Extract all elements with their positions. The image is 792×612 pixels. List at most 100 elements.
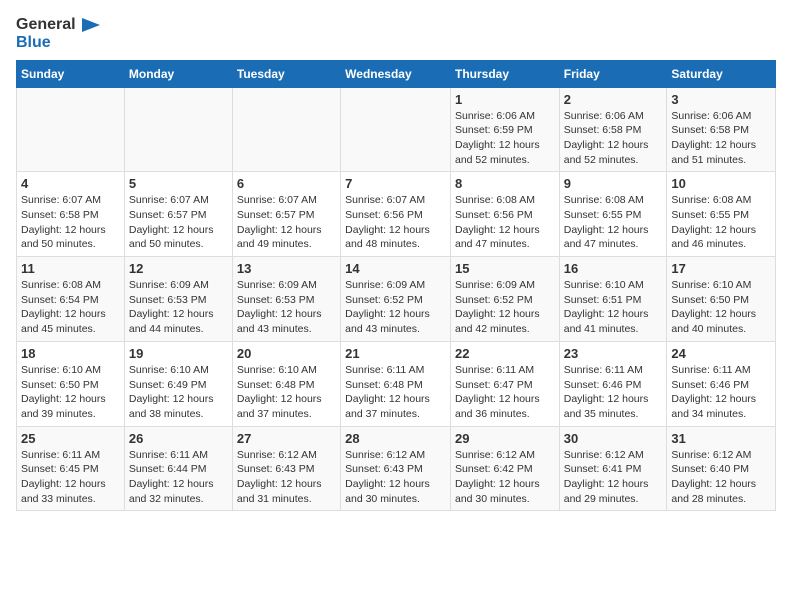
day-cell-8: 8 Sunrise: 6:08 AMSunset: 6:56 PMDaylight… — [450, 172, 559, 257]
day-info: Sunrise: 6:10 AMSunset: 6:48 PMDaylight:… — [237, 363, 336, 422]
day-cell-10: 10 Sunrise: 6:08 AMSunset: 6:55 PMDayligh… — [667, 172, 776, 257]
header-cell-monday: Monday — [124, 60, 232, 87]
day-info: Sunrise: 6:12 AMSunset: 6:42 PMDaylight:… — [455, 448, 555, 507]
day-number: 19 — [129, 346, 228, 361]
day-number: 5 — [129, 176, 228, 191]
week-row-1: 1 Sunrise: 6:06 AMSunset: 6:59 PMDaylight… — [17, 87, 776, 172]
day-cell-30: 30Sunrise: 6:12 AMSunset: 6:41 PMDayligh… — [559, 426, 667, 511]
day-number: 31 — [671, 431, 771, 446]
week-row-5: 25 Sunrise: 6:11 AMSunset: 6:45 PMDayligh… — [17, 426, 776, 511]
day-info: Sunrise: 6:10 AMSunset: 6:50 PMDaylight:… — [21, 363, 120, 422]
day-cell-14: 14 Sunrise: 6:09 AMSunset: 6:52 PMDayligh… — [341, 257, 451, 342]
day-info: Sunrise: 6:06 AMSunset: 6:58 PMDaylight:… — [671, 109, 771, 168]
day-number: 1 — [455, 92, 555, 107]
day-number: 23 — [564, 346, 663, 361]
day-cell-13: 13Sunrise: 6:09 AMSunset: 6:53 PMDayligh… — [232, 257, 340, 342]
day-info: Sunrise: 6:08 AMSunset: 6:56 PMDaylight:… — [455, 193, 555, 252]
logo: General Blue — [16, 16, 100, 52]
header-cell-friday: Friday — [559, 60, 667, 87]
day-number: 11 — [21, 261, 120, 276]
day-info: Sunrise: 6:06 AMSunset: 6:59 PMDaylight:… — [455, 109, 555, 168]
calendar-table: SundayMondayTuesdayWednesdayThursdayFrid… — [16, 60, 776, 512]
logo-general: General — [16, 16, 76, 33]
day-info: Sunrise: 6:07 AMSunset: 6:56 PMDaylight:… — [345, 193, 446, 252]
day-cell-1: 1 Sunrise: 6:06 AMSunset: 6:59 PMDaylight… — [450, 87, 559, 172]
day-number: 6 — [237, 176, 336, 191]
day-info: Sunrise: 6:07 AMSunset: 6:57 PMDaylight:… — [237, 193, 336, 252]
logo-blue: Blue — [16, 34, 51, 51]
empty-cell — [17, 87, 125, 172]
header-cell-saturday: Saturday — [667, 60, 776, 87]
day-number: 14 — [345, 261, 446, 276]
day-number: 22 — [455, 346, 555, 361]
day-cell-26: 26Sunrise: 6:11 AMSunset: 6:44 PMDayligh… — [124, 426, 232, 511]
day-info: Sunrise: 6:11 AMSunset: 6:44 PMDaylight:… — [129, 448, 228, 507]
day-info: Sunrise: 6:10 AMSunset: 6:49 PMDaylight:… — [129, 363, 228, 422]
header-cell-tuesday: Tuesday — [232, 60, 340, 87]
day-cell-15: 15 Sunrise: 6:09 AMSunset: 6:52 PMDayligh… — [450, 257, 559, 342]
day-info: Sunrise: 6:11 AMSunset: 6:46 PMDaylight:… — [671, 363, 771, 422]
day-cell-7: 7Sunrise: 6:07 AMSunset: 6:56 PMDaylight… — [341, 172, 451, 257]
logo-text: General Blue — [16, 16, 100, 52]
day-number: 12 — [129, 261, 228, 276]
day-info: Sunrise: 6:08 AMSunset: 6:54 PMDaylight:… — [21, 278, 120, 337]
day-info: Sunrise: 6:12 AMSunset: 6:43 PMDaylight:… — [237, 448, 336, 507]
page-header: General Blue — [16, 16, 776, 52]
day-cell-16: 16Sunrise: 6:10 AMSunset: 6:51 PMDayligh… — [559, 257, 667, 342]
day-number: 25 — [21, 431, 120, 446]
day-number: 27 — [237, 431, 336, 446]
day-cell-27: 27 Sunrise: 6:12 AMSunset: 6:43 PMDayligh… — [232, 426, 340, 511]
day-cell-3: 3Sunrise: 6:06 AMSunset: 6:58 PMDaylight… — [667, 87, 776, 172]
day-number: 21 — [345, 346, 446, 361]
day-cell-28: 28 Sunrise: 6:12 AMSunset: 6:43 PMDayligh… — [341, 426, 451, 511]
day-number: 28 — [345, 431, 446, 446]
day-info: Sunrise: 6:10 AMSunset: 6:51 PMDaylight:… — [564, 278, 663, 337]
day-info: Sunrise: 6:09 AMSunset: 6:52 PMDaylight:… — [345, 278, 446, 337]
day-number: 13 — [237, 261, 336, 276]
day-info: Sunrise: 6:09 AMSunset: 6:52 PMDaylight:… — [455, 278, 555, 337]
day-number: 24 — [671, 346, 771, 361]
day-info: Sunrise: 6:11 AMSunset: 6:47 PMDaylight:… — [455, 363, 555, 422]
day-number: 20 — [237, 346, 336, 361]
day-info: Sunrise: 6:09 AMSunset: 6:53 PMDaylight:… — [129, 278, 228, 337]
day-info: Sunrise: 6:11 AMSunset: 6:46 PMDaylight:… — [564, 363, 663, 422]
day-number: 29 — [455, 431, 555, 446]
day-cell-21: 21 Sunrise: 6:11 AMSunset: 6:48 PMDayligh… — [341, 341, 451, 426]
day-info: Sunrise: 6:12 AMSunset: 6:43 PMDaylight:… — [345, 448, 446, 507]
day-info: Sunrise: 6:08 AMSunset: 6:55 PMDaylight:… — [671, 193, 771, 252]
day-cell-25: 25 Sunrise: 6:11 AMSunset: 6:45 PMDayligh… — [17, 426, 125, 511]
empty-cell — [341, 87, 451, 172]
week-row-4: 18 Sunrise: 6:10 AMSunset: 6:50 PMDayligh… — [17, 341, 776, 426]
day-info: Sunrise: 6:07 AMSunset: 6:57 PMDaylight:… — [129, 193, 228, 252]
header-cell-sunday: Sunday — [17, 60, 125, 87]
day-cell-31: 31 Sunrise: 6:12 AMSunset: 6:40 PMDayligh… — [667, 426, 776, 511]
day-cell-9: 9Sunrise: 6:08 AMSunset: 6:55 PMDaylight… — [559, 172, 667, 257]
day-cell-5: 5 Sunrise: 6:07 AMSunset: 6:57 PMDaylight… — [124, 172, 232, 257]
day-info: Sunrise: 6:12 AMSunset: 6:41 PMDaylight:… — [564, 448, 663, 507]
day-cell-17: 17Sunrise: 6:10 AMSunset: 6:50 PMDayligh… — [667, 257, 776, 342]
day-info: Sunrise: 6:08 AMSunset: 6:55 PMDaylight:… — [564, 193, 663, 252]
day-info: Sunrise: 6:07 AMSunset: 6:58 PMDaylight:… — [21, 193, 120, 252]
header-row: SundayMondayTuesdayWednesdayThursdayFrid… — [17, 60, 776, 87]
week-row-3: 11 Sunrise: 6:08 AMSunset: 6:54 PMDayligh… — [17, 257, 776, 342]
day-cell-18: 18 Sunrise: 6:10 AMSunset: 6:50 PMDayligh… — [17, 341, 125, 426]
day-number: 8 — [455, 176, 555, 191]
day-number: 10 — [671, 176, 771, 191]
day-number: 15 — [455, 261, 555, 276]
week-row-2: 4 Sunrise: 6:07 AMSunset: 6:58 PMDaylight… — [17, 172, 776, 257]
day-cell-23: 23 Sunrise: 6:11 AMSunset: 6:46 PMDayligh… — [559, 341, 667, 426]
day-number: 18 — [21, 346, 120, 361]
day-cell-12: 12 Sunrise: 6:09 AMSunset: 6:53 PMDayligh… — [124, 257, 232, 342]
day-number: 2 — [564, 92, 663, 107]
day-info: Sunrise: 6:12 AMSunset: 6:40 PMDaylight:… — [671, 448, 771, 507]
day-cell-2: 2 Sunrise: 6:06 AMSunset: 6:58 PMDaylight… — [559, 87, 667, 172]
day-number: 4 — [21, 176, 120, 191]
day-info: Sunrise: 6:11 AMSunset: 6:45 PMDaylight:… — [21, 448, 120, 507]
day-cell-19: 19 Sunrise: 6:10 AMSunset: 6:49 PMDayligh… — [124, 341, 232, 426]
empty-cell — [124, 87, 232, 172]
day-info: Sunrise: 6:06 AMSunset: 6:58 PMDaylight:… — [564, 109, 663, 168]
day-cell-20: 20 Sunrise: 6:10 AMSunset: 6:48 PMDayligh… — [232, 341, 340, 426]
day-info: Sunrise: 6:11 AMSunset: 6:48 PMDaylight:… — [345, 363, 446, 422]
header-cell-thursday: Thursday — [450, 60, 559, 87]
day-cell-29: 29 Sunrise: 6:12 AMSunset: 6:42 PMDayligh… — [450, 426, 559, 511]
